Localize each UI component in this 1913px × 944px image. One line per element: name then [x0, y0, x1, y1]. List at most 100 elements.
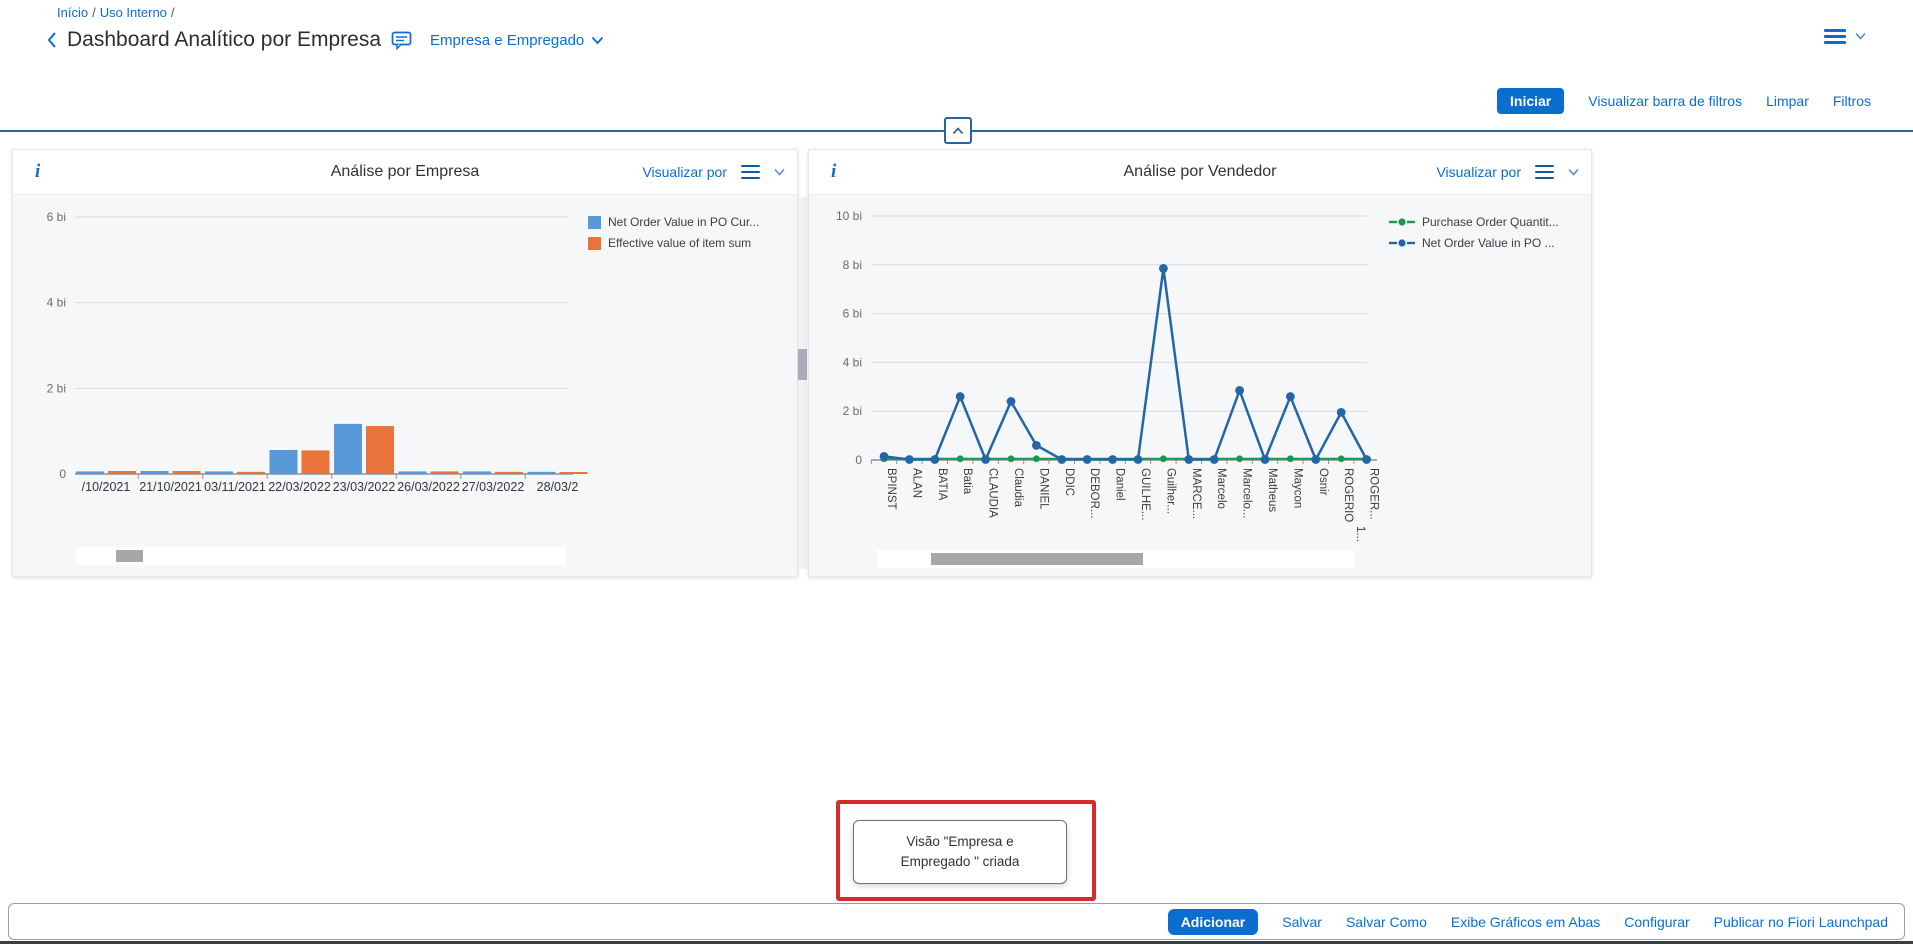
info-icon[interactable]: i [831, 161, 836, 183]
visualizar-por-link[interactable]: Visualizar por [1436, 164, 1521, 180]
x-axis-label: DEBOR... [1088, 468, 1100, 518]
data-point[interactable] [1083, 455, 1092, 464]
y-axis-tick-label: 4 bi [843, 355, 862, 369]
info-icon[interactable]: i [35, 161, 40, 183]
x-axis-label-wrap: 1... [1354, 526, 1366, 542]
data-point[interactable] [1210, 455, 1219, 464]
x-axis-label: Guilher... [1164, 468, 1176, 514]
data-point[interactable] [1261, 455, 1270, 464]
data-point[interactable] [1287, 455, 1294, 462]
data-point[interactable] [1337, 408, 1346, 417]
legend-item[interactable]: Effective value of item sum [588, 236, 759, 250]
adicionar-button[interactable]: Adicionar [1168, 909, 1259, 935]
legend-line-marker [1389, 217, 1415, 227]
data-point[interactable] [1160, 455, 1167, 462]
chevron-down-icon[interactable] [774, 168, 785, 176]
back-button[interactable] [46, 31, 57, 49]
x-axis-label: Marcelo [1215, 468, 1227, 509]
y-axis-tick-label: 8 bi [843, 258, 862, 272]
bar[interactable] [560, 472, 588, 474]
x-axis-label: 22/03/2022 [268, 480, 331, 494]
filterbar-actions: Iniciar Visualizar barra de filtros Limpa… [1497, 88, 1871, 114]
data-point[interactable] [905, 455, 914, 464]
data-point[interactable] [1134, 455, 1143, 464]
footer-action-configurar[interactable]: Configurar [1624, 914, 1689, 930]
data-point[interactable] [1159, 264, 1168, 273]
y-axis-tick-label: 6 bi [843, 307, 862, 321]
bar[interactable] [366, 426, 394, 474]
footer-action-publicar-no-fiori-launchpad[interactable]: Publicar no Fiori Launchpad [1714, 914, 1888, 930]
x-axis-label: /10/2021 [82, 480, 131, 494]
legend-item[interactable]: Purchase Order Quantit... [1389, 215, 1559, 229]
bar[interactable] [76, 471, 104, 474]
bar[interactable] [495, 472, 523, 474]
legend-item[interactable]: Net Order Value in PO Cur... [588, 215, 759, 229]
data-point[interactable] [981, 455, 990, 464]
header-action-filtros[interactable]: Filtros [1833, 93, 1871, 109]
visualizar-por-link[interactable]: Visualizar por [642, 164, 727, 180]
data-point[interactable] [1236, 455, 1243, 462]
chart-menu-icon[interactable] [1535, 165, 1554, 179]
horizontal-scrollbar-thumb[interactable] [116, 550, 143, 562]
footer-action-salvar-como[interactable]: Salvar Como [1346, 914, 1427, 930]
feedback-button[interactable] [391, 31, 412, 50]
header-action-visualizar-barra-de-filtros[interactable]: Visualizar barra de filtros [1588, 93, 1742, 109]
legend-label: Purchase Order Quantit... [1422, 215, 1559, 229]
bar[interactable] [463, 471, 491, 474]
data-point[interactable] [1184, 455, 1193, 464]
x-axis-label: ALAN [910, 468, 922, 498]
collapse-header-button[interactable] [944, 117, 972, 144]
bar[interactable] [431, 471, 459, 474]
data-point[interactable] [880, 452, 889, 461]
horizontal-scrollbar-thumb[interactable] [931, 553, 1143, 565]
footer-action-exibe-gr-ficos-em-abas[interactable]: Exibe Gráficos em Abas [1451, 914, 1600, 930]
view-selector-label: Empresa e Empregado [430, 32, 584, 49]
bar[interactable] [334, 424, 362, 474]
data-point[interactable] [1235, 386, 1244, 395]
data-point[interactable] [1108, 455, 1117, 464]
bar[interactable] [302, 450, 330, 474]
iniciar-button[interactable]: Iniciar [1497, 88, 1564, 114]
data-point[interactable] [1311, 455, 1320, 464]
vertical-scrollbar-track[interactable] [797, 197, 807, 569]
y-axis-tick-label: 10 bi [836, 209, 862, 223]
data-point[interactable] [1033, 455, 1040, 462]
breadcrumb-link[interactable]: Início [57, 5, 88, 20]
data-point[interactable] [1007, 397, 1016, 406]
legend-item[interactable]: Net Order Value in PO ... [1389, 236, 1559, 250]
data-point[interactable] [930, 455, 939, 464]
vertical-scrollbar-thumb[interactable] [798, 349, 807, 380]
breadcrumb-separator: / [92, 5, 96, 20]
horizontal-scrollbar-track[interactable] [877, 550, 1354, 568]
chevron-down-icon[interactable] [1568, 168, 1579, 176]
data-point[interactable] [1032, 441, 1041, 450]
data-point[interactable] [1057, 455, 1066, 464]
page-menu-button[interactable] [1824, 29, 1866, 44]
legend-color-swatch [588, 237, 601, 250]
data-point[interactable] [1362, 455, 1371, 464]
toast-line2: Empregado " criada [901, 852, 1020, 872]
breadcrumb-link[interactable]: Uso Interno [100, 5, 167, 20]
view-selector[interactable]: Empresa e Empregado [430, 32, 604, 49]
footer-action-salvar[interactable]: Salvar [1282, 914, 1322, 930]
x-axis-label: DDIC [1063, 468, 1075, 496]
data-point[interactable] [1286, 392, 1295, 401]
bar[interactable] [399, 471, 427, 474]
header-action-limpar[interactable]: Limpar [1766, 93, 1809, 109]
bar-chart-area: 02 bi4 bi6 bi/10/202121/10/202103/11/202… [13, 195, 797, 578]
bar[interactable] [205, 471, 233, 474]
x-axis-label: 28/03/2 [537, 480, 579, 494]
data-point[interactable] [957, 455, 964, 462]
data-point[interactable] [1338, 455, 1345, 462]
bar[interactable] [108, 471, 136, 474]
horizontal-scrollbar-track[interactable] [76, 547, 566, 565]
data-point[interactable] [956, 392, 965, 401]
bar[interactable] [270, 450, 298, 474]
bar[interactable] [237, 472, 265, 474]
toast-message: Visão "Empresa e Empregado " criada [853, 820, 1067, 884]
bar[interactable] [141, 471, 169, 474]
bar[interactable] [528, 472, 556, 474]
bar[interactable] [173, 471, 201, 474]
data-point[interactable] [1008, 455, 1015, 462]
chart-menu-icon[interactable] [741, 165, 760, 179]
